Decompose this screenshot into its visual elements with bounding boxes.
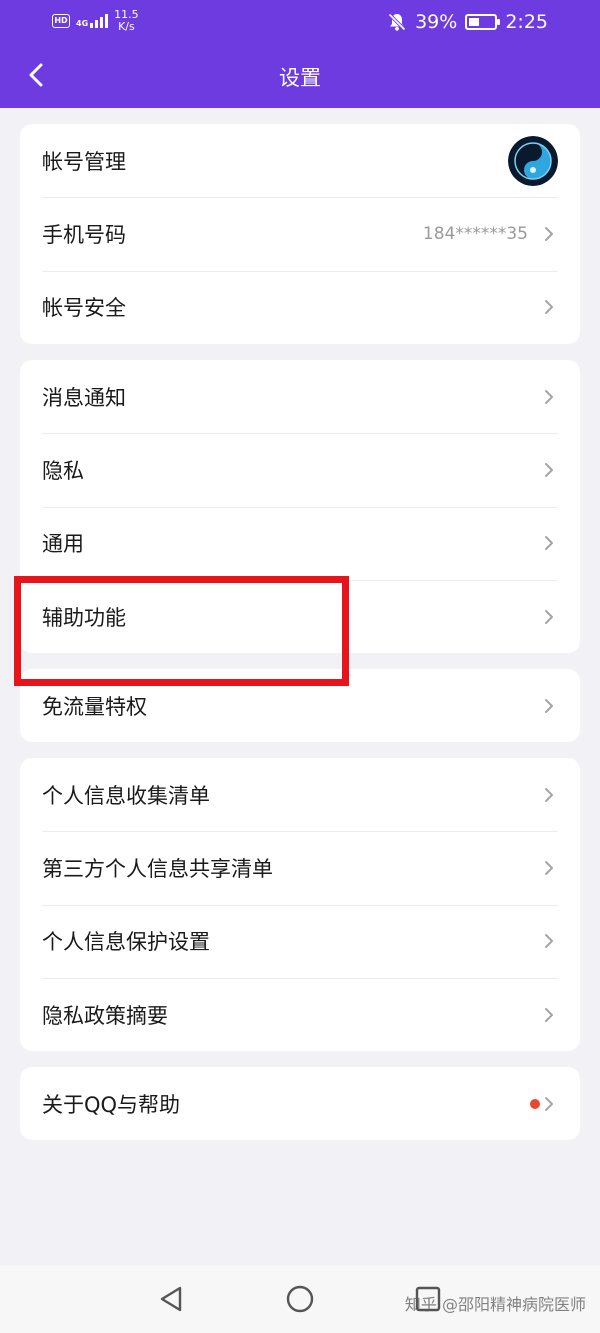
- chevron-right-icon: [545, 536, 553, 551]
- page-title: 设置: [279, 66, 321, 90]
- settings-item-label: 隐私政策摘要: [42, 1003, 168, 1028]
- settings-item-label: 手机号码: [42, 222, 126, 247]
- settings-item-label: 第三方个人信息共享清单: [42, 856, 273, 881]
- chevron-right-icon: [545, 934, 553, 949]
- status-left: HD 4G 11.5 K/s: [52, 9, 139, 33]
- phone-number-value: 184******35: [422, 223, 528, 244]
- chevron-right-icon: [545, 860, 553, 875]
- clock: 2:25: [505, 11, 548, 33]
- watermark: 知乎 @邵阳精神病院医师: [404, 1295, 586, 1314]
- settings-item-label: 隐私: [42, 458, 84, 483]
- personal-info-group: 个人信息收集清单 第三方个人信息共享清单 个人信息保护设置 隐私政策摘要: [20, 758, 580, 1052]
- battery-percent: 39%: [415, 11, 458, 33]
- settings-item-label: 帐号管理: [42, 149, 126, 174]
- settings-item-general[interactable]: 通用: [20, 506, 580, 580]
- settings-item-about-help[interactable]: 关于QQ与帮助: [20, 1067, 580, 1140]
- signal-icon: [90, 14, 109, 28]
- network-type: 4G: [76, 19, 89, 28]
- chevron-right-icon: [545, 609, 553, 624]
- chevron-right-icon: [545, 1096, 553, 1111]
- about-group: 关于QQ与帮助: [20, 1067, 580, 1141]
- nav-back-button[interactable]: [154, 1281, 190, 1317]
- settings-item-info-protection[interactable]: 个人信息保护设置: [20, 904, 580, 978]
- hd-badge: HD: [52, 14, 70, 28]
- highlight-annotation: [14, 576, 349, 686]
- settings-item-third-party-sharing[interactable]: 第三方个人信息共享清单: [20, 831, 580, 904]
- nav-home-button[interactable]: [282, 1281, 318, 1317]
- chevron-right-icon: [545, 1007, 553, 1022]
- settings-item-phone-number[interactable]: 手机号码 184******35: [20, 197, 580, 270]
- battery-fill: [469, 18, 479, 26]
- settings-item-privacy-policy-summary[interactable]: 隐私政策摘要: [20, 977, 580, 1051]
- speed-unit: K/s: [118, 20, 135, 33]
- settings-item-notifications[interactable]: 消息通知: [20, 360, 580, 433]
- chevron-right-icon: [545, 698, 553, 713]
- header: 设置: [0, 46, 600, 108]
- unread-badge: [530, 1098, 540, 1109]
- chevron-right-icon: [545, 462, 553, 477]
- avatar[interactable]: [508, 135, 558, 186]
- status-bar: HD 4G 11.5 K/s 39% 2:25: [0, 0, 600, 46]
- mute-bell-icon: [387, 12, 407, 32]
- settings-item-label: 个人信息收集清单: [42, 783, 210, 808]
- settings-item-label: 个人信息保护设置: [42, 930, 210, 955]
- triangle-back-icon: [160, 1286, 182, 1312]
- settings-item-label: 帐号安全: [42, 296, 126, 321]
- settings-item-account-security[interactable]: 帐号安全: [20, 270, 580, 344]
- settings-item-label: 通用: [42, 532, 84, 557]
- account-group: 帐号管理 手机号码 184******35 帐号安全: [20, 124, 580, 344]
- chevron-right-icon: [545, 787, 553, 802]
- status-right: 39% 2:25: [387, 11, 548, 33]
- settings-item-label: 消息通知: [42, 385, 126, 410]
- signal-group: 4G: [76, 14, 109, 28]
- settings-item-label: 关于QQ与帮助: [42, 1092, 181, 1117]
- chevron-right-icon: [545, 226, 553, 241]
- settings-item-account-management[interactable]: 帐号管理: [20, 124, 580, 197]
- chevron-right-icon: [545, 300, 553, 315]
- settings-item-label: 免流量特权: [42, 694, 147, 719]
- settings-item-privacy[interactable]: 隐私: [20, 433, 580, 506]
- network-speed: 11.5 K/s: [114, 9, 139, 33]
- circle-home-icon: [286, 1285, 314, 1313]
- settings-item-personal-info-collection[interactable]: 个人信息收集清单: [20, 758, 580, 831]
- chevron-right-icon: [545, 389, 553, 404]
- battery-icon: [465, 14, 501, 30]
